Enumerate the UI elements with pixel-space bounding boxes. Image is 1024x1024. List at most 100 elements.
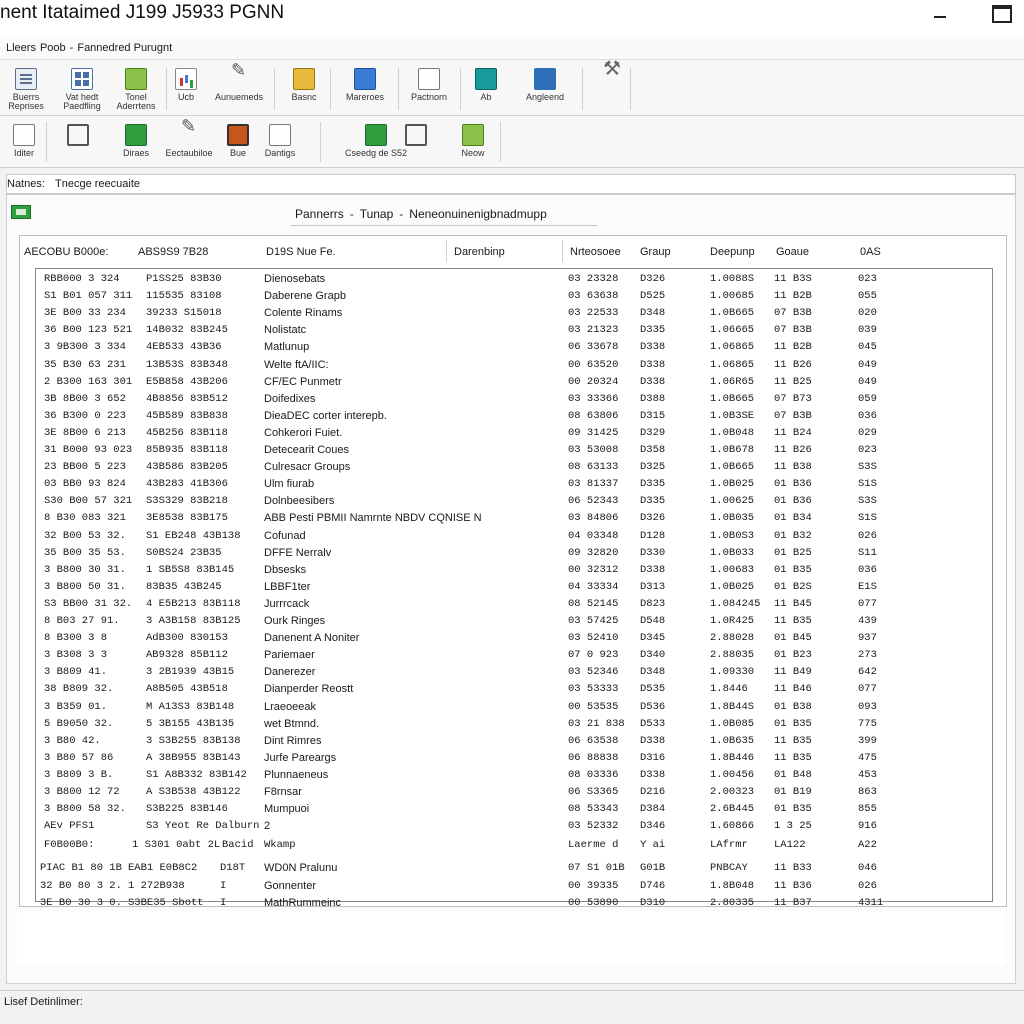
tool-button[interactable]: Aunuemeds bbox=[210, 66, 268, 102]
table-row[interactable]: 3 9B300 3 334 4EB533 43B36 Matlunup 06 3367… bbox=[36, 339, 992, 356]
table-row[interactable]: 3 B809 3 B. S1 A8B332 83B142 Plunnaeneus 08… bbox=[36, 767, 992, 784]
menu-item[interactable]: Fannedred Purugnt bbox=[77, 42, 172, 54]
window-title: nent Itataimed J199 J5933 PGNN bbox=[0, 2, 285, 23]
breadcrumb-separator: - bbox=[349, 207, 354, 221]
table-cell: D536 bbox=[640, 700, 666, 713]
tool-button[interactable]: Ab bbox=[472, 68, 500, 102]
column-header[interactable]: Nrteosoee bbox=[570, 246, 621, 258]
tool-label: Reprises bbox=[8, 101, 44, 111]
table-row[interactable]: 3 B809 41. 3 2B1939 43B15 Danerezer 03 5234… bbox=[36, 664, 992, 681]
table-row[interactable]: 8 B03 27 91. 3 A3B158 83B125 Ourk Ringes 03… bbox=[36, 613, 992, 630]
table-row[interactable]: 32 B00 53 32. S1 EB248 43B138 Cofunad 04 03… bbox=[36, 528, 992, 545]
table-row[interactable]: PIAC B1 80 1B EAB1 E0B8C2 D18T WD0N Pralunu… bbox=[36, 860, 992, 877]
table-row[interactable]: 36 B300 0 223 45B589 83B838 DieaDEC corter… bbox=[36, 408, 992, 425]
table-row[interactable]: S30 B00 57 321 S3S329 83B218 Dolnbeesibers… bbox=[36, 493, 992, 510]
table-cell: D533 bbox=[640, 717, 666, 730]
table-row[interactable]: 3 B80 57 86 A 38B955 83B143 Jurfe Pareargs… bbox=[36, 750, 992, 767]
folder-icon bbox=[293, 68, 315, 90]
table-row[interactable]: 8 B30 083 321 3E8538 83B175 ABB Pesti PBMI… bbox=[36, 510, 992, 527]
tool-button[interactable]: Dantigs bbox=[256, 124, 304, 158]
panel-icon[interactable] bbox=[11, 205, 31, 219]
table-row[interactable]: 31 B000 93 023 85B935 83B118 Detecearit Co… bbox=[36, 442, 992, 459]
table-row[interactable]: AEv PFS1 S3 Yeot Re Dalburn 2 03 52332 D346 1… bbox=[36, 818, 992, 835]
column-header[interactable]: Darenbinp bbox=[454, 246, 505, 258]
breadcrumb-separator: - bbox=[399, 207, 404, 221]
tool-button[interactable]: Ucb bbox=[172, 68, 200, 102]
filter-value[interactable]: Tnecge reecuaite bbox=[55, 178, 140, 190]
breadcrumb-item[interactable]: Neneonuinenigbnadmupp bbox=[409, 207, 546, 221]
table-row[interactable]: S1 B01 057 311 115535 83108 Daberene Grapb… bbox=[36, 288, 992, 305]
table-row[interactable]: 3B 8B00 3 652 4B8856 83B512 Doifedixes 03 3… bbox=[36, 391, 992, 408]
tool-button[interactable] bbox=[598, 65, 626, 93]
table-cell: D326 bbox=[640, 273, 666, 285]
table-row[interactable]: 3 B800 12 72 A S3B538 43B122 F8rnsar 06 S33… bbox=[36, 784, 992, 801]
table-cell: 3 B80 42. bbox=[44, 734, 101, 747]
table-row[interactable]: 03 BB0 93 824 43B283 41B306 Ulm fiurab 03 8… bbox=[36, 476, 992, 493]
tool-button[interactable]: Cseedg de S52 bbox=[338, 124, 414, 158]
table-row[interactable]: 32 B0 80 3 2. 1 272B938 I Gonnenter 00 39335… bbox=[36, 878, 992, 895]
table-cell: D330 bbox=[640, 546, 666, 559]
table-row[interactable]: 3 B308 3 3 AB9328 85B112 Pariemaer 07 0 923… bbox=[36, 647, 992, 664]
filter-bar[interactable]: Natnes: Tnecge reecuaite bbox=[6, 174, 1016, 194]
maximize-button[interactable] bbox=[990, 4, 1014, 24]
tool-button[interactable]: Pactnorn bbox=[404, 68, 454, 102]
column-header[interactable]: 0AS bbox=[860, 246, 881, 258]
table-cell: D535 bbox=[640, 683, 666, 696]
tool-button[interactable]: Buerrs Reprises bbox=[6, 68, 46, 111]
table-row[interactable]: 36 B00 123 521 14B032 83B245 Nolistatc 03 2… bbox=[36, 322, 992, 339]
table-cell: 1 272B938 bbox=[128, 879, 185, 892]
minimize-button[interactable] bbox=[928, 4, 952, 24]
table-row[interactable]: 3E B0 30 3 0. S3BE35 Sbott I MathRummeinc 00… bbox=[36, 895, 992, 912]
tool-button[interactable]: Eectaubiloe bbox=[160, 122, 218, 158]
tool-button[interactable]: Neow bbox=[456, 124, 490, 158]
breadcrumb-item[interactable]: Tunap bbox=[360, 207, 394, 221]
column-header[interactable]: Deepunp bbox=[710, 246, 755, 258]
tool-button[interactable]: Angleend bbox=[516, 68, 574, 102]
column-header[interactable]: D19S Nue Fe. bbox=[266, 246, 336, 258]
table-cell: 5 B9050 32. bbox=[44, 717, 114, 730]
table-cell: 1.8446 bbox=[710, 683, 748, 696]
table-row[interactable]: 3 B800 30 31. 1 SB5S8 83B145 Dbsesks 00 323… bbox=[36, 562, 992, 579]
table-cell: 1.084245 bbox=[710, 597, 761, 610]
column-header[interactable]: AECOBU B000e: bbox=[24, 246, 108, 258]
tool-button[interactable]: Mareroes bbox=[340, 68, 390, 102]
table-row[interactable]: 23 BB00 5 223 43B586 83B205 Culresacr Grou… bbox=[36, 459, 992, 476]
table-row[interactable]: 5 B9050 32. 5 3B155 43B135 wet Btmnd. 03 21… bbox=[36, 716, 992, 733]
table-row[interactable]: 3E 8B00 6 213 45B256 83B118 Cohkerori Fuie… bbox=[36, 425, 992, 442]
menu-item[interactable]: Lleers bbox=[6, 42, 36, 54]
table-cell: CF/EC Punmetr bbox=[264, 375, 342, 388]
table-row[interactable]: 3E B00 33 234 39233 S15018 Colente Rinams 0… bbox=[36, 305, 992, 322]
table-row[interactable]: 35 B00 35 53. S0BS24 23B35 DFFE Nerralv 09 … bbox=[36, 545, 992, 562]
table-row[interactable]: 8 B300 3 8 AdB300 830153 Danenent A Nonite… bbox=[36, 630, 992, 647]
tool-button[interactable] bbox=[404, 124, 428, 149]
breadcrumb-item[interactable]: Pannerrs bbox=[295, 207, 344, 221]
table-row[interactable]: 3 B80 42. 3 S3B255 83B138 Dint Rimres 06 63… bbox=[36, 733, 992, 750]
table-row[interactable]: 38 B809 32. A8B505 43B518 Dianperder Reost… bbox=[36, 681, 992, 698]
table-cell: Dint Rimres bbox=[264, 734, 322, 747]
table-cell: LBBF1ter bbox=[264, 580, 311, 593]
table-row[interactable]: S3 BB00 31 32. 4 E5B213 83B118 Jurrrcack 08… bbox=[36, 596, 992, 613]
table-row[interactable]: 35 B30 63 231 13B53S 83B348 Welte ftA/IIC:… bbox=[36, 357, 992, 374]
table-cell: D326 bbox=[640, 512, 666, 525]
table-cell: D329 bbox=[640, 426, 666, 439]
table-row[interactable]: 2 B300 163 301 E5B858 43B206 CF/EC Punmetr… bbox=[36, 374, 992, 391]
stack-icon bbox=[125, 68, 147, 90]
column-header[interactable]: ABS9S9 7B28 bbox=[138, 246, 208, 258]
tool-button[interactable]: Basnc bbox=[284, 68, 324, 102]
tool-button[interactable] bbox=[66, 124, 90, 149]
tool-button[interactable]: Vat hedt Paedfling bbox=[56, 68, 108, 111]
tool-button[interactable]: Diraes bbox=[116, 124, 156, 158]
column-header[interactable]: Graup bbox=[640, 246, 671, 258]
tool-button[interactable]: Tonel Aderrtens bbox=[112, 68, 160, 111]
menu-item[interactable]: Poob bbox=[40, 42, 66, 54]
table-row[interactable]: 3 B359 01. M A13S3 83B148 Lraeoeeak 00 5353… bbox=[36, 699, 992, 716]
tool-button[interactable]: Bue bbox=[224, 124, 252, 158]
table-row[interactable]: 3 B800 50 31. 83B35 43B245 LBBF1ter 04 3333… bbox=[36, 579, 992, 596]
table-cell: 1.00683 bbox=[710, 563, 755, 576]
table-cell: 3E B00 33 234 bbox=[44, 307, 126, 320]
table-cell: A22 bbox=[858, 839, 877, 852]
tool-button[interactable]: Iditer bbox=[6, 124, 42, 158]
table-row[interactable]: 3 B800 58 32. S3B225 83B146 Mumpuoi 08 5334… bbox=[36, 801, 992, 818]
column-header[interactable]: Goaue bbox=[776, 246, 809, 258]
table-row[interactable]: RBB000 3 324 P1SS25 83B30 Dienosebats 03 23… bbox=[36, 271, 992, 288]
